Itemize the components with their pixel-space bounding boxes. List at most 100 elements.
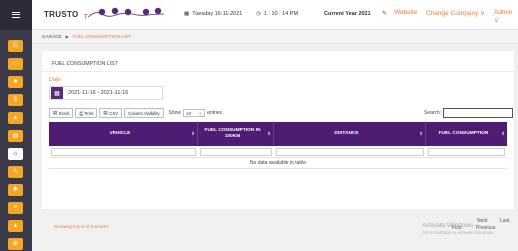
column-header-fuel-per-100km[interactable]: FUEL CONSUMPTION IN 100KM ⇕ [198,122,274,146]
sidebar-item-finance[interactable]: $ [8,94,23,106]
page-title: FUEL CONSUMPTION LIST [52,61,118,67]
filter-cell [198,146,274,158]
divider [42,71,514,72]
settings-icon: ⚙ [12,241,19,247]
menu-toggle-button[interactable] [0,0,32,30]
brand-name: TRUSTO [44,10,79,19]
search-input[interactable] [443,108,514,118]
sort-icon: ⇕ [267,131,271,136]
sidebar-item-settings[interactable]: ⚙ [8,238,23,250]
page-length-value: 10 [186,110,192,116]
column-visibility-button[interactable]: Column Visibility [124,108,164,118]
main-content: FUEL CONSUMPTION LIST Date ▦ 2021-11-16 … [32,44,518,251]
svg-text:T: T [84,15,88,21]
date-range-value: 2021-11-16 - 2021-11-16 [68,90,129,96]
hamburger-icon [12,12,20,18]
chevron-down-icon: ⌄ [198,110,203,115]
wrench-icon: ✎ [12,169,19,175]
edit-year-icon[interactable]: ✎ [382,10,387,17]
date-range-input[interactable]: ▦ 2021-11-16 - 2021-11-16 [49,86,163,100]
calendar-icon: ▦ [51,87,63,99]
logo-graphic-icon: T [84,7,165,21]
warning-icon: ▲ [12,223,19,229]
table-header: VEHICLE ⇕ FUEL CONSUMPTION IN 100KM ⇕ DI… [49,122,507,146]
sort-icon: ⇕ [191,131,195,136]
table-info: Showing 0 to 0 of 0 entries [54,224,109,229]
sidebar-item-warnings[interactable]: ▲ [8,220,23,232]
column-label: DISTANCE [334,131,359,137]
change-company-dropdown[interactable]: Change Company ∨ [426,9,485,17]
empty-table-message: No data available in table [49,158,507,169]
date-label: Date [49,77,61,83]
fuel-consumption-card: FUEL CONSUMPTION LIST Date ▦ 2021-11-16 … [42,51,514,231]
filter-input-distance[interactable] [276,147,424,156]
breadcrumb-current: FUEL CONSUMPTION LIST [72,34,132,39]
list-icon: ☰ [12,43,19,49]
date-text: Tuesday 16-11-2021 [192,11,243,17]
sidebar-item-inventory[interactable]: ■ [8,76,23,88]
column-label: FUEL CONSUMPTION IN 100KM [204,128,261,139]
activate-windows-title: Activate Windows [422,222,474,229]
column-label: FUEL CONSUMPTION [438,131,489,137]
table-toolbar: ▤ Excel ⎙ Print ▤ CSV Column Visibility Sho… [49,108,222,118]
box-icon: ■ [13,79,18,85]
admin-menu[interactable]: Admin ∨ [494,9,518,24]
csv-button[interactable]: ▤ CSV [99,108,123,118]
breadcrumb-garage[interactable]: GARAGE [42,34,62,39]
sidebar-item-vehicles[interactable]: ▭ [8,58,23,70]
filter-cell [274,146,426,158]
show-label: Show [168,110,182,116]
sidebar-item-list[interactable]: ☰ [8,40,23,52]
sidebar-item-alerts[interactable]: ▲ [8,112,23,124]
filter-cell [426,146,507,158]
sort-icon: ⇕ [501,131,505,136]
entries-label: entries [207,110,223,116]
activate-windows-subtitle: Go to Settings to activate Windows. [422,230,495,235]
current-date: ▦ Tuesday 16-11-2021 [184,11,242,17]
website-link[interactable]: Website [394,9,417,16]
fuel-consumption-table: VEHICLE ⇕ FUEL CONSUMPTION IN 100KM ⇕ DI… [49,122,507,169]
pager-last[interactable]: Last [500,218,509,224]
excel-label: Excel [58,110,70,116]
filter-input-fuel-consumption[interactable] [428,147,505,156]
sidebar-item-maintenance[interactable]: ✎ [8,166,23,178]
filter-input-fuel-per-100km[interactable] [200,147,272,156]
csv-icon: ▤ [103,110,108,115]
filter-cell [49,146,198,158]
alert-icon: ▲ [12,115,19,121]
column-header-fuel-consumption[interactable]: FUEL CONSUMPTION ⇕ [426,122,507,146]
column-label: VEHICLE [109,131,131,137]
garage-icon: ⌂ [13,151,18,157]
chevron-right-icon: ▶ [65,34,69,39]
csv-label: CSV [109,110,119,116]
excel-icon: ▤ [53,110,58,115]
gear-icon: ✱ [12,187,19,193]
sidebar-item-cards[interactable]: ▤ [8,130,23,142]
truck-icon: ▭ [12,61,19,67]
print-icon: ⎙ [79,110,84,116]
column-header-distance[interactable]: DISTANCE ⇕ [274,122,426,146]
print-button[interactable]: ⎙ Print [75,108,98,118]
pager-next[interactable]: Next [477,218,487,224]
sidebar: ☰ ▭ ■ $ ▲ ▤ ⌂ ✎ ✱ ✕ ▲ ⚙ [0,0,32,251]
print-label: Print [84,110,94,116]
current-year: Current Year 2021 [324,11,371,17]
filter-row [49,146,507,158]
search-label: Search: [424,110,442,116]
sidebar-item-config[interactable]: ✱ [8,184,23,196]
column-visibility-label: Column Visibility [128,110,160,116]
excel-button[interactable]: ▤ Excel [49,108,74,118]
page-length-select[interactable]: 10 ⌄ [183,109,206,117]
sort-icon: ⇕ [419,131,423,136]
top-bar: TRUSTO T ▦ Tuesday 16-11-2021 ◷ 1 : 10 :… [32,0,518,30]
sidebar-item-garage[interactable]: ⌂ [8,148,23,160]
filter-input-vehicle[interactable] [51,147,196,156]
time-text: 1 : 10 : 14 PM [263,11,299,17]
sidebar-item-tools[interactable]: ✕ [8,202,23,214]
clock-icon: ◷ [256,11,261,17]
column-header-vehicle[interactable]: VEHICLE ⇕ [49,122,198,146]
calendar-icon: ▦ [184,11,190,17]
tools-icon: ✕ [12,205,19,211]
breadcrumb: GARAGE ▶ FUEL CONSUMPTION LIST [32,30,518,44]
current-time: ◷ 1 : 10 : 14 PM [256,11,298,17]
